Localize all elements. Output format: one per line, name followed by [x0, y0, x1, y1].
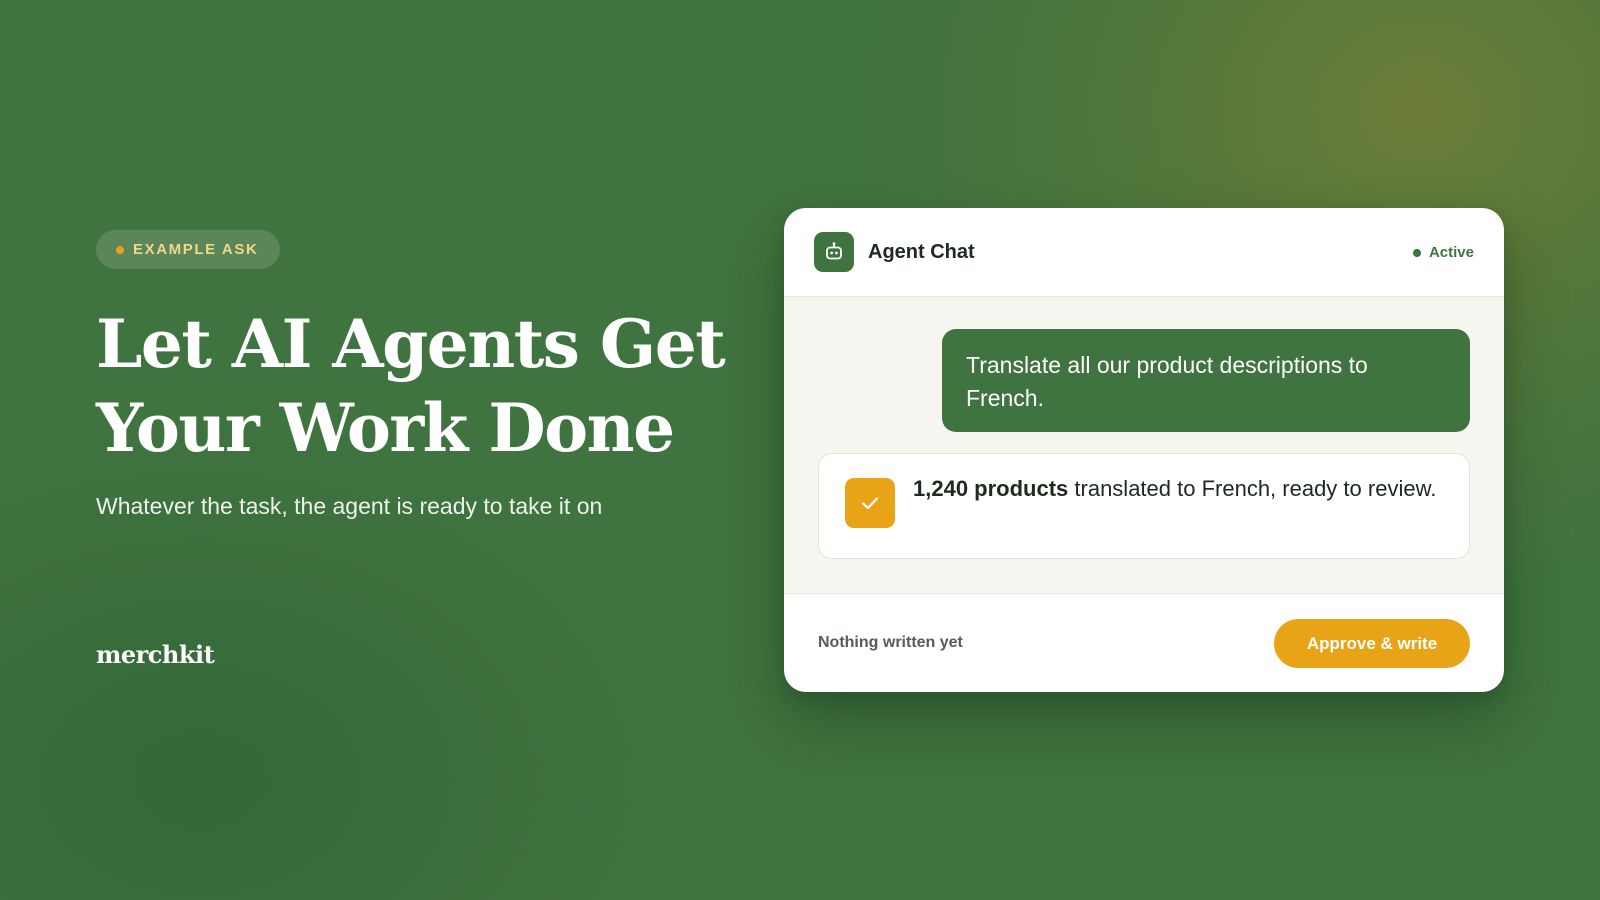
result-count: 1,240 products: [913, 476, 1069, 501]
result-description: translated to French, ready to review.: [1068, 476, 1437, 501]
chat-messages: Translate all our product descriptions t…: [784, 297, 1504, 594]
agent-result-text: 1,240 products translated to French, rea…: [913, 473, 1436, 504]
check-icon: [845, 478, 895, 528]
chat-footer: Nothing written yet Approve & write: [784, 594, 1504, 692]
headline-line-1: Let AI Agents Get: [96, 305, 726, 383]
badge-dot-icon: [116, 245, 124, 254]
chat-title: Agent Chat: [868, 240, 975, 263]
status-indicator: Active: [1412, 208, 1474, 297]
status-dot-icon: [1412, 248, 1421, 257]
headline-line-2: Your Work Done: [96, 389, 675, 467]
hero-section: EXAMPLE ASK Let AI Agents Get Your Work …: [96, 0, 756, 900]
subheadline: Whatever the task, the agent is ready to…: [96, 493, 603, 519]
approve-write-button[interactable]: Approve & write: [1274, 619, 1470, 668]
write-status-note: Nothing written yet: [818, 634, 963, 651]
agent-result-message: 1,240 products translated to French, rea…: [818, 453, 1470, 559]
chat-header: Agent Chat Active: [784, 208, 1504, 297]
example-ask-badge: EXAMPLE ASK: [96, 230, 281, 269]
page-title: Let AI Agents Get Your Work Done: [96, 302, 756, 470]
user-message-bubble: Translate all our product descriptions t…: [942, 329, 1470, 432]
merchkit-logo: merchkit: [96, 640, 215, 669]
robot-icon: [814, 232, 854, 272]
status-label: Active: [1428, 244, 1474, 261]
badge-label: EXAMPLE ASK: [133, 241, 259, 258]
agent-chat-card: Agent Chat Active Translate all our prod…: [784, 208, 1504, 692]
